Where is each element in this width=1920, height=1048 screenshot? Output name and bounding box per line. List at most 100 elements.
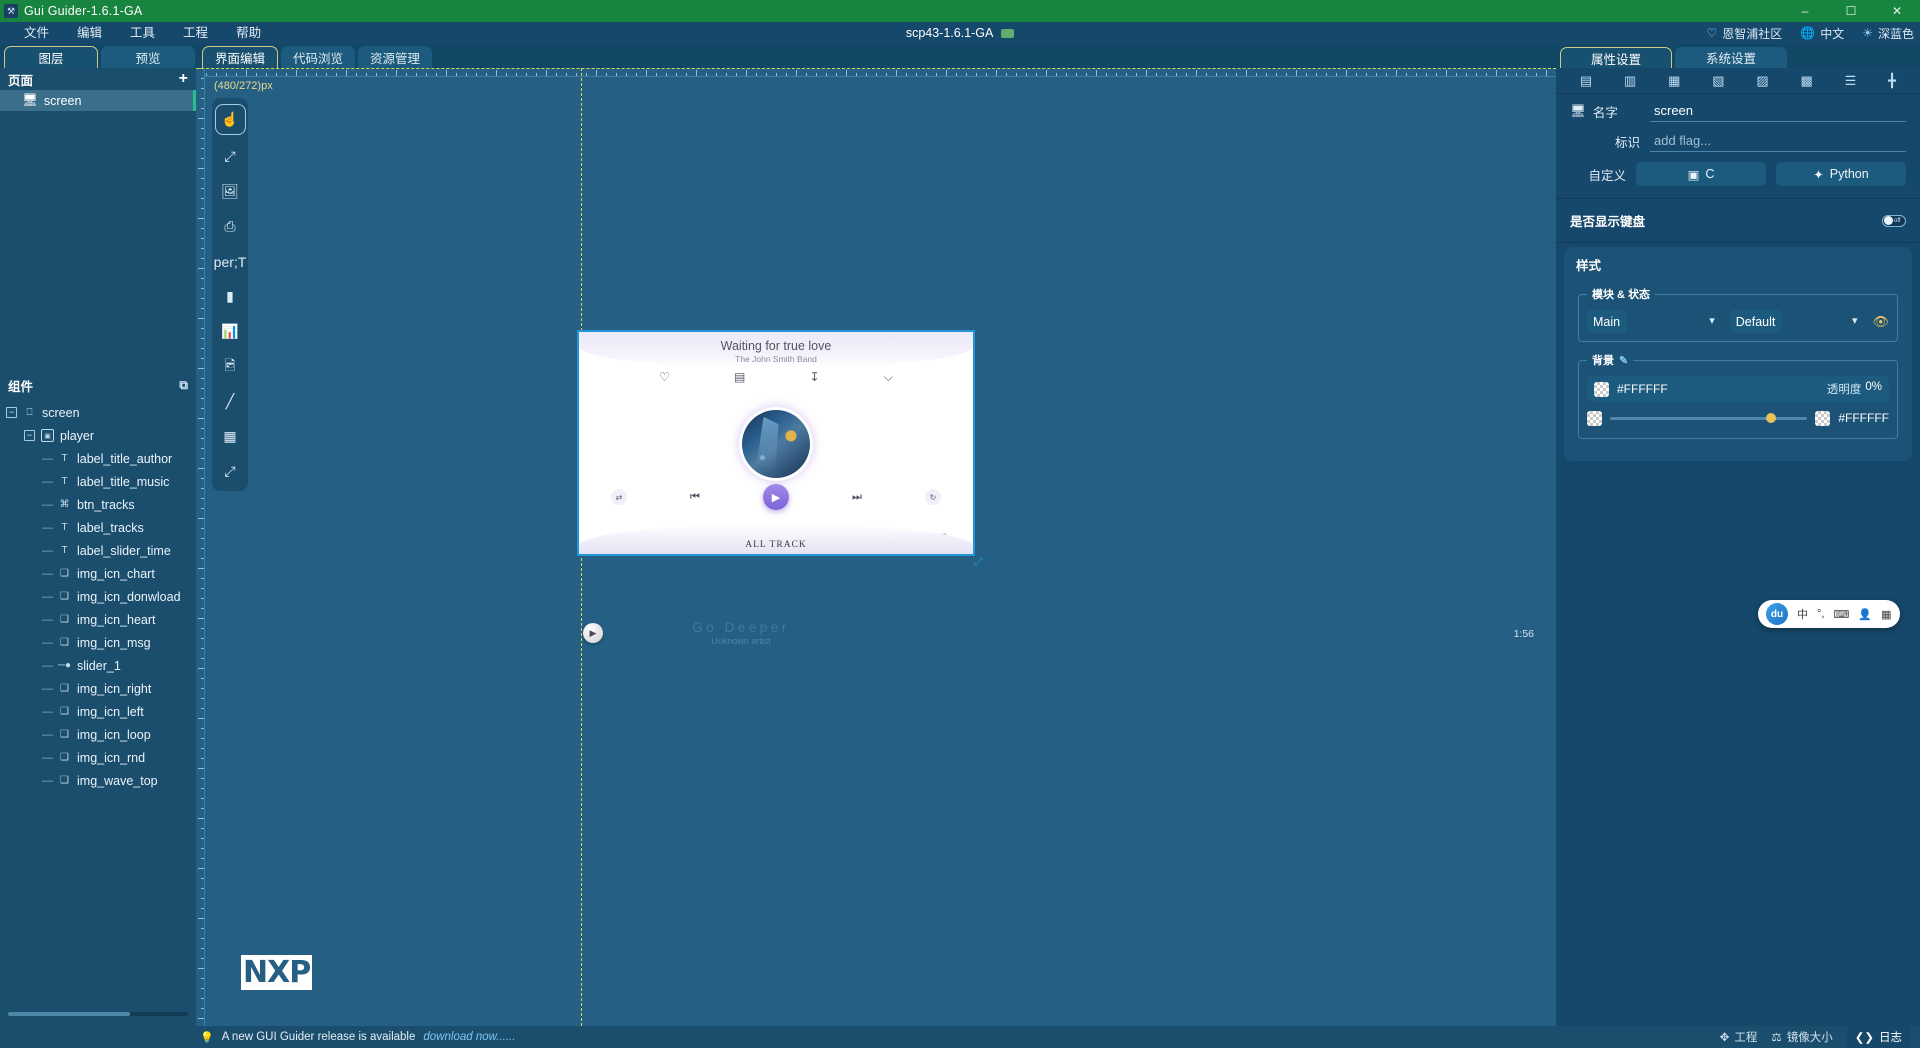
device-preview[interactable]: Waiting for true love The John Smith Ban… xyxy=(577,330,975,556)
tree-item-label_title_music[interactable]: — Tlabel_title_music xyxy=(0,470,196,493)
theme-selector[interactable]: ☀ 深蓝色 xyxy=(1862,25,1914,42)
tab-ui-editor[interactable]: 界面编辑 xyxy=(202,46,279,68)
eye-icon[interactable]: 👁 xyxy=(1873,314,1890,330)
grid-menu-icon[interactable]: ▦ xyxy=(1881,608,1891,621)
menu-item-tools[interactable]: 工具 xyxy=(116,22,169,44)
ime-floating-bar[interactable]: du 中 °, ⌨ 👤 ▦ xyxy=(1758,600,1900,628)
tab-property-settings[interactable]: 属性设置 xyxy=(1560,47,1672,68)
distribute-horizontal-icon[interactable]: ☰ xyxy=(1845,73,1857,89)
tree-expander-icon[interactable]: − xyxy=(24,430,35,441)
custom-c-button[interactable]: ▣ C xyxy=(1636,162,1766,186)
menu-item-edit[interactable]: 编辑 xyxy=(63,22,116,44)
chart-widget-icon[interactable]: 📊 xyxy=(215,318,246,345)
language-selector[interactable]: 🌐 中文 xyxy=(1800,25,1844,42)
tree-item-player[interactable]: − ▣ player xyxy=(0,424,196,447)
chart-icon[interactable]: ▤ xyxy=(734,370,745,385)
download-now-link[interactable]: download now...... xyxy=(423,1031,515,1043)
message-icon[interactable]: ⌵ xyxy=(884,370,893,385)
heart-icon[interactable]: ♡ xyxy=(659,370,670,385)
punctuation-icon[interactable]: °, xyxy=(1817,608,1824,620)
minimize-button[interactable]: – xyxy=(1782,0,1828,22)
previous-track-icon[interactable]: ⏮ xyxy=(690,491,700,504)
tab-code-browser[interactable]: 代码浏览 xyxy=(281,46,356,68)
tree-item-label_title_author[interactable]: — Tlabel_title_author xyxy=(0,447,196,470)
tree-item-label_slider_time[interactable]: — Tlabel_slider_time xyxy=(0,539,196,562)
tree-item-img_icn_right[interactable]: — ❑ img_icn_right xyxy=(0,677,196,700)
tree-item-slider_1[interactable]: — ─● slider_1 xyxy=(0,654,196,677)
play-icon[interactable]: ▶ xyxy=(763,484,789,510)
distribute-vertical-icon[interactable]: ╋ xyxy=(1888,73,1896,89)
shuffle-icon[interactable]: ⇄ xyxy=(611,489,627,505)
tree-item-img_icn_left[interactable]: — ❑ img_icn_left xyxy=(0,700,196,723)
bar-widget-icon[interactable]: ▮ xyxy=(215,283,246,310)
chinese-mode-icon[interactable]: 中 xyxy=(1797,606,1808,622)
gradient-start-swatch[interactable] xyxy=(1587,410,1602,426)
tab-layers[interactable]: 图层 xyxy=(4,46,98,68)
keyboard-widget-icon[interactable]: ▦ xyxy=(215,423,246,450)
tree-item-screen[interactable]: − ⎕ screen xyxy=(0,401,196,424)
line-widget-icon[interactable]: ╱ xyxy=(215,388,246,415)
maximize-button[interactable]: ☐ xyxy=(1828,0,1874,22)
gradient-end-swatch[interactable] xyxy=(1815,410,1831,426)
menu-item-help[interactable]: 帮助 xyxy=(222,22,275,44)
align-right-icon[interactable]: ▦ xyxy=(1668,73,1680,89)
menu-item-file[interactable]: 文件 xyxy=(10,22,63,44)
tree-item-img_icn_loop[interactable]: — ❑ img_icn_loop xyxy=(0,723,196,746)
resize-corner-icon[interactable]: ⤢ xyxy=(974,556,986,568)
tree-item-img_icn_chart[interactable]: — ❑ img_icn_chart xyxy=(0,562,196,585)
tree-horizontal-scrollbar[interactable] xyxy=(8,1012,188,1016)
bg-color-swatch[interactable] xyxy=(1594,381,1609,397)
pointer-hand-icon[interactable]: ☝ xyxy=(214,104,246,135)
status-log[interactable]: ❮❯ 日志 xyxy=(1846,1026,1910,1048)
ruler-tick xyxy=(1496,70,1497,76)
gradient-slider-knob[interactable] xyxy=(1765,412,1776,423)
ruler-tick xyxy=(1196,70,1197,76)
tab-preview[interactable]: 预览 xyxy=(101,46,195,68)
external-link-icon[interactable]: ⧉ xyxy=(179,378,188,393)
tab-resource-manager[interactable]: 资源管理 xyxy=(358,46,433,68)
close-button[interactable]: ✕ xyxy=(1874,0,1920,22)
background-color-row[interactable]: #FFFFFF 透明度 0% xyxy=(1587,376,1889,402)
play-circle-icon[interactable]: ▶ xyxy=(583,623,603,643)
next-track-icon[interactable]: ⏭ xyxy=(852,491,862,504)
flag-input[interactable] xyxy=(1650,130,1906,152)
loop-icon[interactable]: ↻ xyxy=(925,489,941,505)
status-mirror-size[interactable]: ⚖ 镜像大小 xyxy=(1771,1029,1832,1045)
status-project[interactable]: ✥ 工程 xyxy=(1720,1029,1758,1045)
align-middle-vertical-icon[interactable]: ▨ xyxy=(1756,73,1768,89)
button-widget-icon[interactable]: ⎙ xyxy=(215,213,246,240)
canvas-area[interactable]: (480/272)px ☝ ⤢ 🖼 ⎙ per;T ▮ 📊 🖻 ╱ ▦ ⤢ Wa… xyxy=(196,68,1556,1026)
screen-keyboard-icon[interactable]: ⌨ xyxy=(1833,608,1849,621)
tree-item-img_icn_donwload[interactable]: — ❑ img_icn_donwload xyxy=(0,585,196,608)
tree-item-img_wave_top[interactable]: — ❑ img_wave_top xyxy=(0,769,196,792)
tab-system-settings[interactable]: 系统设置 xyxy=(1675,47,1787,68)
user-icon[interactable]: 👤 xyxy=(1858,608,1872,621)
menu-item-project[interactable]: 工程 xyxy=(169,22,222,44)
state-select[interactable]: Default xyxy=(1729,310,1782,333)
align-left-icon[interactable]: ▤ xyxy=(1580,73,1592,89)
plus-icon[interactable]: + xyxy=(179,71,188,87)
align-bottom-icon[interactable]: ▩ xyxy=(1801,73,1813,89)
tree-item-img_icn_rnd[interactable]: — ❑ img_icn_rnd xyxy=(0,746,196,769)
image-widget-icon[interactable]: 🖻 xyxy=(215,353,246,380)
community-link[interactable]: ♡ 恩智浦社区 xyxy=(1706,25,1782,42)
align-center-horizontal-icon[interactable]: ▥ xyxy=(1624,73,1636,89)
text-widget-icon[interactable]: per;T xyxy=(214,248,247,275)
tree-item-img_icn_heart[interactable]: — ❑ img_icn_heart xyxy=(0,608,196,631)
keyboard-toggle[interactable]: off xyxy=(1882,214,1906,227)
download-icon[interactable]: ↧ xyxy=(810,370,820,385)
align-top-icon[interactable]: ▧ xyxy=(1712,73,1724,89)
module-select[interactable]: Main xyxy=(1587,310,1627,333)
gradient-slider[interactable] xyxy=(1610,412,1808,423)
container-widget-icon[interactable]: 🖼 xyxy=(215,178,246,205)
tree-item-label_tracks[interactable]: — Tlabel_tracks xyxy=(0,516,196,539)
tree-item-btn_tracks[interactable]: — ⌘ btn_tracks xyxy=(0,493,196,516)
name-input[interactable] xyxy=(1650,100,1906,122)
custom-python-button[interactable]: ✦ Python xyxy=(1776,162,1906,186)
tree-item-img_icn_msg[interactable]: — ❑ img_icn_msg xyxy=(0,631,196,654)
expand-widget-icon[interactable]: ⤢ xyxy=(215,458,246,485)
tree-expander-icon[interactable]: − xyxy=(6,407,17,418)
label-tracks[interactable]: ALL TRACK xyxy=(579,540,973,550)
resize-icon[interactable]: ⤢ xyxy=(215,143,246,170)
page-item-screen[interactable]: 🖥 screen xyxy=(0,90,196,111)
